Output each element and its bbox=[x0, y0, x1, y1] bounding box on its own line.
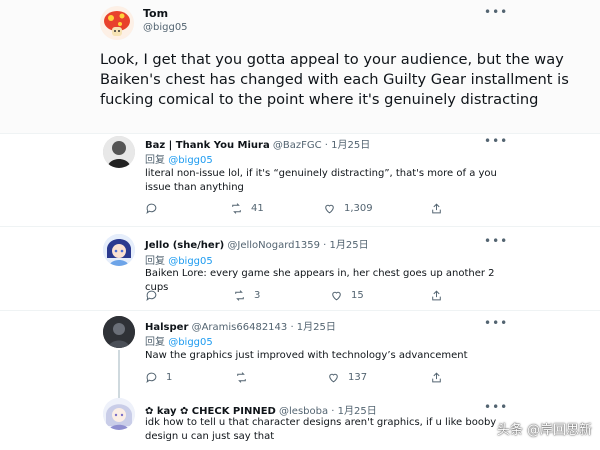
reply-prefix: 回复 bbox=[145, 337, 165, 348]
reply-tweet[interactable]: Jello (she/her) @JelloNogard1359 · 1月25日… bbox=[0, 234, 600, 314]
like-button[interactable]: 15 bbox=[330, 289, 364, 302]
tweet-text: Look, I get that you gotta appeal to you… bbox=[100, 51, 569, 108]
more-options-icon[interactable]: ••• bbox=[484, 134, 508, 148]
mushroom-avatar-icon bbox=[100, 6, 134, 40]
share-button[interactable] bbox=[430, 371, 443, 384]
action-bar: 3 15 bbox=[145, 289, 445, 305]
reply-header: Jello (she/her) @JelloNogard1359 · 1月25日 bbox=[145, 236, 369, 251]
reply-header: ✿ kay ✿ CHECK PINNED @lesboba · 1月25日 bbox=[145, 402, 377, 417]
reply-text: idk how to tell u that character designs… bbox=[145, 417, 497, 442]
reply-header: Halsper @Aramis66482143 · 1月25日 bbox=[145, 318, 336, 333]
replying-to: 回复 @bigg05 bbox=[145, 333, 213, 348]
retweet-count: 41 bbox=[251, 203, 264, 214]
like-button[interactable]: 137 bbox=[327, 371, 367, 384]
replying-to: 回复 @bigg05 bbox=[145, 151, 213, 166]
share-icon bbox=[432, 203, 441, 214]
avatar[interactable] bbox=[103, 398, 135, 430]
author-name[interactable]: Jello (she/her) bbox=[145, 240, 224, 251]
retweet-icon bbox=[237, 372, 246, 383]
heart-icon bbox=[332, 291, 341, 301]
author-name[interactable]: Tom bbox=[143, 7, 168, 20]
reply-tweet[interactable]: Baz | Thank You Miura @BazFGC · 1月25日 ••… bbox=[0, 134, 600, 231]
author-name[interactable]: Baz | Thank You Miura bbox=[145, 140, 270, 151]
author-handle[interactable]: @BazFGC · 1月25日 bbox=[273, 140, 370, 151]
avatar[interactable] bbox=[103, 136, 135, 168]
reply-text: Naw the graphics just improved with tech… bbox=[145, 350, 468, 361]
retweet-button[interactable] bbox=[235, 371, 256, 384]
like-button[interactable]: 1,309 bbox=[323, 202, 373, 215]
more-options-icon[interactable]: ••• bbox=[484, 234, 508, 248]
anime-avatar-icon bbox=[103, 234, 135, 266]
reply-count: 1 bbox=[166, 372, 173, 383]
thread-line bbox=[118, 350, 120, 398]
reply-button[interactable]: 1 bbox=[145, 371, 172, 384]
retweet-icon bbox=[235, 290, 244, 301]
reply-header: Baz | Thank You Miura @BazFGC · 1月25日 bbox=[145, 136, 370, 151]
comment-icon bbox=[146, 290, 157, 302]
retweet-button[interactable]: 3 bbox=[233, 289, 260, 302]
heart-icon bbox=[325, 204, 334, 214]
author-handle[interactable]: @JelloNogard1359 · 1月25日 bbox=[227, 240, 368, 251]
author-handle[interactable]: @Aramis66482143 · 1月25日 bbox=[192, 322, 336, 333]
comment-icon bbox=[146, 372, 157, 384]
heart-icon bbox=[329, 373, 338, 383]
reply-button[interactable] bbox=[145, 289, 166, 302]
share-button[interactable] bbox=[430, 202, 443, 215]
divider bbox=[0, 226, 600, 227]
share-button[interactable] bbox=[430, 289, 443, 302]
replying-to: 回复 @bigg05 bbox=[145, 252, 213, 267]
reply-tweet[interactable]: Halsper @Aramis66482143 · 1月25日 ••• 回复 @… bbox=[0, 316, 600, 396]
avatar[interactable] bbox=[103, 234, 135, 266]
action-bar: 1 137 bbox=[145, 371, 445, 387]
more-options-icon[interactable]: ••• bbox=[484, 5, 508, 19]
share-icon bbox=[432, 290, 441, 301]
mention-link[interactable]: @bigg05 bbox=[168, 256, 213, 267]
retweet-count: 3 bbox=[254, 290, 261, 301]
mention-link[interactable]: @bigg05 bbox=[168, 337, 213, 348]
share-icon bbox=[432, 372, 441, 383]
reply-button[interactable] bbox=[145, 202, 166, 215]
like-count: 15 bbox=[351, 290, 364, 301]
more-options-icon[interactable]: ••• bbox=[484, 316, 508, 330]
author-handle[interactable]: @bigg05 bbox=[143, 22, 188, 33]
dark-avatar-icon bbox=[103, 316, 135, 348]
mention-link[interactable]: @bigg05 bbox=[168, 155, 213, 166]
reply-prefix: 回复 bbox=[145, 256, 165, 267]
retweet-button[interactable]: 41 bbox=[230, 202, 264, 215]
comment-icon bbox=[146, 203, 157, 215]
user-photo-icon bbox=[103, 136, 135, 168]
reply-text: literal non-issue lol, if it's “genuinel… bbox=[145, 168, 497, 193]
action-bar: 41 1,309 bbox=[145, 202, 445, 218]
like-count: 1,309 bbox=[344, 203, 373, 214]
reply-prefix: 回复 bbox=[145, 155, 165, 166]
author-name[interactable]: Halsper bbox=[145, 322, 188, 333]
main-tweet[interactable]: Tom @bigg05 ••• Look, I get that you got… bbox=[0, 0, 600, 133]
avatar[interactable] bbox=[103, 316, 135, 348]
more-options-icon[interactable]: ••• bbox=[484, 400, 508, 414]
retweet-icon bbox=[232, 203, 241, 214]
divider bbox=[0, 310, 600, 311]
like-count: 137 bbox=[348, 372, 368, 383]
watermark: 头条 @岸回思新 bbox=[496, 423, 592, 438]
anime-avatar-icon bbox=[103, 398, 135, 430]
avatar[interactable] bbox=[100, 6, 134, 40]
